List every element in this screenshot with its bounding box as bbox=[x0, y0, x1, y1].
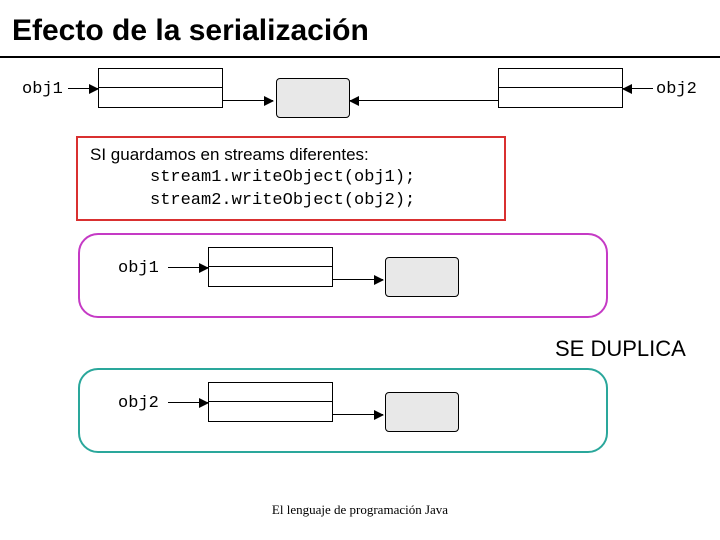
shared-box-top bbox=[276, 78, 350, 118]
shared-copy-stream2 bbox=[385, 392, 459, 432]
arrow-obj2-from-label bbox=[623, 88, 653, 89]
arrow-stream2-to-copy bbox=[333, 414, 383, 415]
arrow-stream1-to-copy bbox=[333, 279, 383, 280]
stream1-bubble: obj1 bbox=[78, 233, 608, 318]
shared-copy-stream1 bbox=[385, 257, 459, 297]
uml-box-obj2-top bbox=[498, 68, 623, 108]
uml-box-stream2 bbox=[208, 382, 333, 422]
label-obj1-stream1: obj1 bbox=[118, 259, 159, 278]
arrow-obj2-to-shared bbox=[350, 100, 498, 101]
uml-box-obj1-top bbox=[98, 68, 223, 108]
uml-box-stream1 bbox=[208, 247, 333, 287]
label-obj1-top: obj1 bbox=[22, 80, 63, 99]
duplicate-label: SE DUPLICA bbox=[555, 336, 686, 362]
label-obj2-top: obj2 bbox=[656, 80, 697, 99]
arrow-obj1-to-shared bbox=[223, 100, 273, 101]
stream2-bubble: obj2 bbox=[78, 368, 608, 453]
code-intro: SI guardamos en streams diferentes: bbox=[90, 144, 492, 167]
label-obj2-stream2: obj2 bbox=[118, 394, 159, 413]
arrow-stream1-label-to-box bbox=[168, 267, 208, 268]
diagram-canvas: obj1 obj2 SI guardamos en streams difere… bbox=[0, 58, 720, 528]
page-title: Efecto de la serialización bbox=[0, 0, 720, 58]
code-line-2: stream2.writeObject(obj2); bbox=[90, 190, 492, 213]
arrow-obj1-to-box bbox=[68, 88, 98, 89]
code-box: SI guardamos en streams diferentes: stre… bbox=[76, 136, 506, 221]
code-line-1: stream1.writeObject(obj1); bbox=[90, 167, 492, 190]
arrow-stream2-label-to-box bbox=[168, 402, 208, 403]
footer-text: El lenguaje de programación Java bbox=[0, 502, 720, 518]
